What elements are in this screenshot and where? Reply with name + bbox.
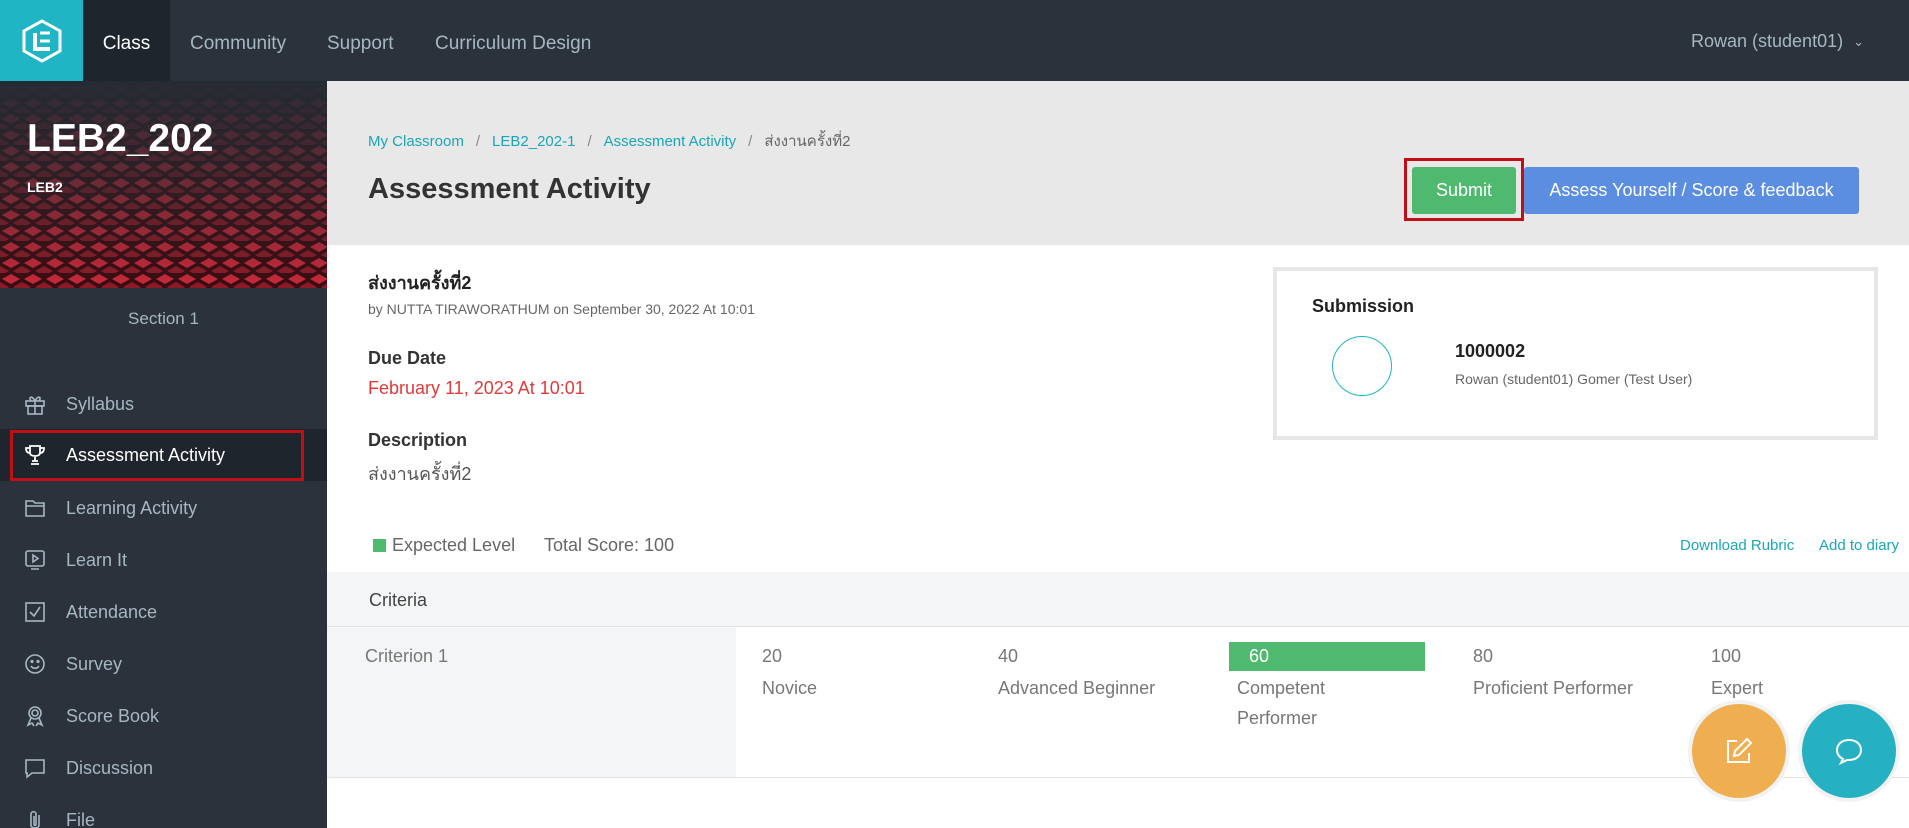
submission-heading: Submission <box>1312 296 1415 316</box>
level-label: Novice <box>762 678 818 698</box>
gift-icon <box>23 392 47 416</box>
breadcrumb-current: ส่งงานครั้งที่2 <box>764 133 851 150</box>
sidebar-item-label: Attendance <box>66 601 158 622</box>
level-score: 60 <box>1229 642 1425 671</box>
smiley-icon <box>23 652 47 676</box>
rubric-level[interactable]: 80 Proficient Performer <box>1449 642 1645 703</box>
legend-swatch <box>373 539 386 552</box>
highlight-box <box>10 430 304 481</box>
app-logo[interactable] <box>0 0 83 81</box>
rubric-level-expected[interactable]: 60 Competent Performer <box>1229 642 1425 733</box>
sidebar-item-label: Discussion <box>66 757 154 778</box>
assignment-title: ส่งงานครั้งที่2 <box>368 273 472 293</box>
avatar <box>1332 336 1392 396</box>
rubric-level[interactable]: 100 Expert <box>1687 642 1883 703</box>
criteria-header: Criteria <box>327 572 1909 627</box>
level-label: Proficient Performer <box>1473 678 1634 698</box>
criteria-header-label: Criteria <box>369 590 428 610</box>
sidebar-item-learn-it[interactable]: Learn It <box>0 534 327 586</box>
download-rubric-link[interactable]: Download Rubric <box>1680 537 1794 554</box>
add-to-diary-link[interactable]: Add to diary <box>1819 537 1899 554</box>
due-date-value: February 11, 2023 At 10:01 <box>368 378 585 398</box>
sidebar-item-label: Syllabus <box>66 393 135 414</box>
breadcrumb-course[interactable]: LEB2_202-1 <box>492 133 575 150</box>
expected-level-legend: Expected Level <box>373 535 515 556</box>
sidebar-item-label: Survey <box>66 653 123 674</box>
sidebar: LEB2_202 LEB2 Section 1 Syllabus Assessm… <box>0 81 327 828</box>
top-navbar: Class Community Support Curriculum Desig… <box>0 0 1909 81</box>
sidebar-item-learning-activity[interactable]: Learning Activity <box>0 482 327 534</box>
sidebar-item-label: Learn It <box>66 549 128 570</box>
submission-card: Submission 1000002 Rowan (student01) Gom… <box>1273 267 1878 440</box>
logo-icon <box>22 18 61 63</box>
section-label: Section 1 <box>128 309 199 328</box>
paperclip-icon <box>23 808 47 828</box>
sidebar-item-label: Score Book <box>66 705 160 726</box>
sidebar-item-attendance[interactable]: Attendance <box>0 586 327 638</box>
diary-edit-button[interactable] <box>1692 704 1786 798</box>
level-label: Competent Performer <box>1237 678 1326 728</box>
breadcrumb-assessment-activity[interactable]: Assessment Activity <box>604 133 737 150</box>
sidebar-item-label: File <box>66 809 96 828</box>
legend-label: Expected Level <box>392 535 516 555</box>
criterion-name: Criterion 1 <box>365 646 449 666</box>
total-score: Total Score: 100 <box>544 535 675 555</box>
rubric-level[interactable]: 20 Novice <box>738 642 934 703</box>
play-icon <box>23 548 47 572</box>
course-code: LEB2_202 <box>27 117 214 160</box>
level-score: 100 <box>1711 646 1742 666</box>
nav-curriculum-design[interactable]: Curriculum Design <box>435 0 591 81</box>
assignment-author: by NUTTA TIRAWORATHUM on September 30, 2… <box>368 301 755 317</box>
user-name: Rowan (student01) <box>1691 31 1844 51</box>
submission-name: Rowan (student01) Gomer (Test User) <box>1455 371 1693 387</box>
speech-bubble-icon <box>23 756 47 780</box>
level-label: Advanced Beginner <box>998 678 1156 698</box>
description-heading: Description <box>368 430 468 450</box>
chat-bubble-icon <box>1835 738 1863 766</box>
sidebar-item-assessment-activity[interactable]: Assessment Activity <box>0 429 327 481</box>
breadcrumb-my-classroom[interactable]: My Classroom <box>368 133 464 150</box>
content-header: My Classroom / LEB2_202-1/Assessment Activ… <box>327 81 1909 245</box>
award-icon <box>23 704 47 728</box>
submission-id: 1000002 <box>1455 341 1526 361</box>
sidebar-item-file[interactable]: File <box>0 794 327 828</box>
chevron-down-icon: ⌄ <box>1853 34 1864 50</box>
nav-class[interactable]: Class <box>83 0 170 81</box>
level-score: 40 <box>998 646 1019 666</box>
sidebar-item-label: Learning Activity <box>66 497 198 518</box>
rubric-level[interactable]: 40 Advanced Beginner <box>974 642 1170 703</box>
due-date-heading: Due Date <box>368 348 447 368</box>
level-score: 20 <box>762 646 783 666</box>
chat-button[interactable] <box>1802 704 1896 798</box>
level-score: 80 <box>1473 646 1494 666</box>
user-menu[interactable]: Rowan (student01) ⌄ <box>1691 0 1864 81</box>
breadcrumb: My Classroom / LEB2_202-1/Assessment Activ… <box>368 133 851 150</box>
sidebar-item-survey[interactable]: Survey <box>0 638 327 690</box>
description-value: ส่งงานครั้งที่2 <box>368 464 472 484</box>
folder-icon <box>23 496 47 520</box>
page-title: Assessment Activity <box>368 173 651 205</box>
sidebar-item-score-book[interactable]: Score Book <box>0 690 327 742</box>
edit-icon <box>1727 737 1753 763</box>
criterion-name-cell: Criterion 1 <box>327 627 736 778</box>
course-subtitle: LEB2 <box>27 179 63 195</box>
nav-support[interactable]: Support <box>327 0 394 81</box>
level-label: Expert <box>1711 678 1764 698</box>
course-banner: LEB2_202 LEB2 <box>0 81 327 288</box>
submit-button[interactable]: Submit <box>1412 167 1516 214</box>
nav-community[interactable]: Community <box>190 0 286 81</box>
assess-yourself-button[interactable]: Assess Yourself / Score & feedback <box>1524 167 1859 214</box>
sidebar-item-syllabus[interactable]: Syllabus <box>0 378 327 430</box>
sidebar-item-discussion[interactable]: Discussion <box>0 742 327 794</box>
checkbox-icon <box>23 600 47 624</box>
